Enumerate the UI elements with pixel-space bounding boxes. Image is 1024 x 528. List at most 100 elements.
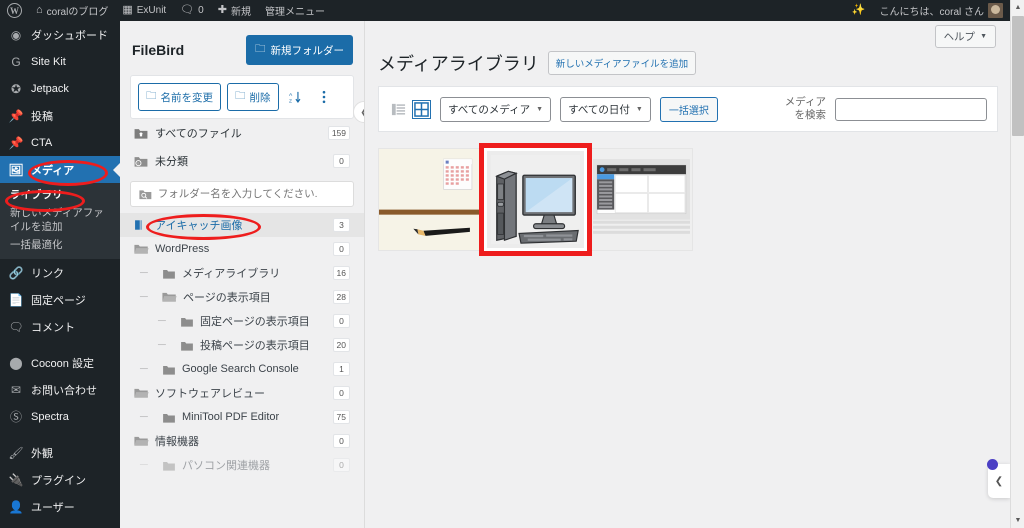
sidebar-item-spectra[interactable]: Ⓢ Spectra [0, 403, 120, 430]
folder-tree: アイキャッチ画像 3 WordPress 0 ─ メディアライブラリ 16 ─ [120, 211, 364, 477]
folder-open-icon [134, 436, 149, 446]
rename-folder-button[interactable]: 🗀 名前を変更 [138, 83, 221, 111]
sort-az-button[interactable]: A Z [284, 86, 307, 108]
chevron-left-icon: ❮ [994, 475, 1004, 487]
exunit-label: ExUnit [136, 5, 167, 16]
folder-tree-item-wordpress[interactable]: WordPress 0 [120, 237, 364, 261]
bulk-select-button[interactable]: 一括選択 [659, 96, 718, 122]
folder-search-box[interactable] [130, 181, 354, 207]
sidebar-item-label: コメント [31, 321, 75, 334]
svg-text:A: A [289, 91, 293, 97]
chevron-down-icon: ▼ [980, 33, 987, 40]
wp-logo-button[interactable] [0, 0, 29, 21]
sidebar-item-appearance[interactable]: 🖌 外観 [0, 439, 120, 466]
folder-row-all-files[interactable]: すべてのファイル 159 [120, 119, 364, 147]
sidebar-item-comments[interactable]: 🗨 コメント [0, 313, 120, 340]
sidebar-item-users[interactable]: 👤 ユーザー [0, 493, 120, 520]
media-submenu: ライブラリ 新しいメディアファイルを追加 一括最適化 [0, 183, 120, 259]
scrollbar-thumb[interactable] [1012, 16, 1024, 136]
sidebar-item-plugins[interactable]: 🔌 プラグイン [0, 466, 120, 493]
folder-icon [163, 365, 175, 375]
exunit-button[interactable]: ▦ ExUnit [115, 0, 173, 21]
folder-icon [181, 341, 193, 351]
media-library-main: ヘルプ ▼ メディアライブラリ 新しいメディアファイルを追加 すべてのメディア … [366, 21, 1010, 528]
svg-text:Z: Z [289, 98, 292, 104]
sidebar-item-contact-form[interactable]: ✉ お問い合わせ [0, 376, 120, 403]
folder-tree-item-minitool-pdf-editor[interactable]: ─ MiniTool PDF Editor 75 [120, 405, 364, 429]
folder-search-input[interactable] [157, 188, 345, 200]
greeting-label: こんにちは、coral さん [879, 7, 984, 18]
help-button[interactable]: ヘルプ ▼ [934, 25, 996, 48]
folder-icon [181, 317, 193, 327]
sidebar-item-site-kit[interactable]: G Site Kit [0, 48, 120, 75]
sidebar-item-dashboard[interactable]: ◉ ダッシュボード [0, 21, 120, 48]
tree-branch-line: ─ [158, 315, 166, 327]
sidebar-item-pages[interactable]: 📄 固定ページ [0, 286, 120, 313]
tree-branch-line: ─ [140, 459, 148, 471]
folder-tree-item-software-review[interactable]: ソフトウェアレビュー 0 [120, 381, 364, 405]
sidebar-item-cta[interactable]: 📌 CTA [0, 129, 120, 156]
sidebar-item-media[interactable]: 🖼 メディア [0, 156, 120, 183]
folder-label: すべてのファイル [155, 128, 242, 140]
folder-tree-item-google-search-console[interactable]: ─ Google Search Console 1 [120, 357, 364, 381]
sidebar-item-label: プラグイン [31, 474, 86, 487]
folder-tree-item-pc-peripherals[interactable]: ─ パソコン関連機器 0 [120, 453, 364, 477]
sidebar-item-cocoon-settings[interactable]: ⬤ Cocoon 設定 [0, 349, 120, 376]
folder-icon [163, 269, 175, 279]
folder-tree-item-page-display[interactable]: ─ ページの表示項目 28 [120, 285, 364, 309]
software-window-screenshot-thumbnail [591, 149, 692, 250]
sidebar-item-jetpack[interactable]: ✪ Jetpack [0, 75, 120, 102]
admin-menu-button[interactable]: 管理メニュー [258, 0, 332, 21]
page-header: メディアライブラリ 新しいメディアファイルを追加 [366, 48, 1010, 76]
site-name-button[interactable]: ⌂ coralのブログ [29, 0, 115, 21]
scrollbar-down-button[interactable]: ▼ [1011, 513, 1024, 528]
sparkle-button[interactable]: ✨ [845, 0, 873, 21]
folder-tree-item-post-page-display[interactable]: ─ 投稿ページの表示項目 20 [120, 333, 364, 357]
submenu-item-bulk-optimize[interactable]: 一括最適化 [0, 236, 120, 254]
menu-separator [0, 430, 120, 439]
sidebar-item-links[interactable]: 🔗 リンク [0, 259, 120, 286]
list-view-button[interactable] [389, 100, 408, 119]
submenu-item-add-new-media[interactable]: 新しいメディアファイルを追加 [0, 204, 120, 236]
sparkle-icon: ✨ [851, 4, 866, 16]
help-row: ヘルプ ▼ [366, 21, 1010, 48]
date-filter-select[interactable]: すべての日付 ▼ [560, 96, 651, 122]
comments-button[interactable]: 🗨 0 [173, 0, 211, 21]
add-new-media-button[interactable]: 新しいメディアファイルを追加 [547, 51, 697, 75]
media-item-desktop-computer[interactable] [479, 143, 592, 256]
page-scrollbar[interactable]: ▲ ▼ [1010, 0, 1024, 528]
sidebar-item-label: 固定ページ [31, 294, 86, 307]
folder-tree-item-featured-image[interactable]: アイキャッチ画像 3 [120, 213, 364, 237]
folder-tree-item-information-devices[interactable]: 情報機器 0 [120, 429, 364, 453]
delete-folder-button[interactable]: 🗀 削除 [227, 83, 279, 111]
media-type-filter-select[interactable]: すべてのメディア ▼ [440, 96, 552, 122]
sidebar-item-posts[interactable]: 📌 投稿 [0, 102, 120, 129]
sidebar-item-label: お問い合わせ [31, 384, 97, 397]
media-item-software-window[interactable] [590, 148, 693, 251]
folder-count: 0 [333, 434, 350, 448]
sidebar-item-label: ユーザー [31, 501, 75, 514]
media-item-desk-calendar-pencil[interactable] [378, 148, 481, 251]
comments-icon: 🗨 [8, 319, 24, 334]
filebird-folder-panel: FileBird 🗀 新規フォルダー 🗀 名前を変更 🗀 削除 A Z すべての… [120, 21, 365, 528]
comments-count: 0 [198, 5, 204, 16]
new-label: 新規 [230, 7, 251, 18]
site-name-label: coralのブログ [46, 7, 109, 18]
new-content-button[interactable]: ✚ 新規 [211, 0, 258, 21]
folder-tree-item-static-page-display[interactable]: ─ 固定ページの表示項目 0 [120, 309, 364, 333]
grid-view-button[interactable] [412, 99, 431, 119]
caret-up-icon: ▲ [1014, 4, 1022, 11]
media-search-input[interactable] [835, 97, 987, 121]
new-folder-button[interactable]: 🗀 新規フォルダー [246, 35, 353, 65]
caret-down-icon: ▼ [1014, 517, 1022, 524]
admin-bar: ⌂ coralのブログ ▦ ExUnit 🗨 0 ✚ 新規 管理メニュー ✨ こ… [0, 0, 1010, 21]
folder-tree-item-media-library[interactable]: ─ メディアライブラリ 16 [120, 261, 364, 285]
submenu-item-library[interactable]: ライブラリ [0, 186, 120, 204]
folder-row-uncategorized[interactable]: i 未分類 0 [120, 147, 364, 175]
more-options-button[interactable] [312, 86, 335, 108]
sidebar-item-label: Site Kit [31, 55, 66, 68]
scrollbar-up-button[interactable]: ▲ [1011, 0, 1024, 15]
my-account-button[interactable]: こんにちは、coral さん [873, 0, 1010, 21]
folder-count: 3 [333, 218, 350, 232]
jetpack-icon: ✪ [10, 81, 22, 96]
